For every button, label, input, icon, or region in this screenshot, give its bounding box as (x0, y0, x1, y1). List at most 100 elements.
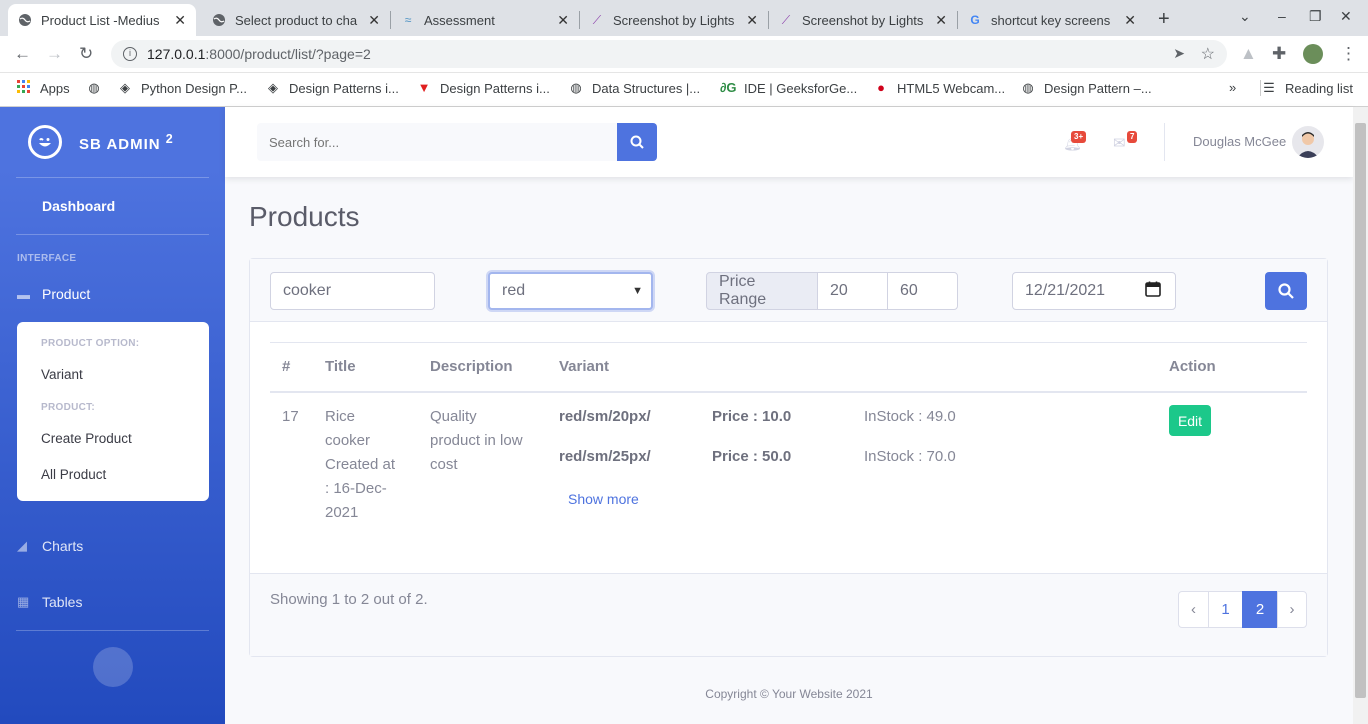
globe-icon: ◍ (1022, 80, 1034, 95)
sidebar-item-label: Charts (42, 538, 84, 554)
sidebar-item-charts[interactable]: ◢ Charts (17, 538, 83, 554)
bookmark-item[interactable]: ◍ (86, 80, 110, 96)
scrollbar[interactable] (1353, 107, 1368, 724)
sidebar-item-tables[interactable]: ▦ Tables (17, 594, 82, 610)
avatar[interactable] (1292, 126, 1324, 158)
filter-search-button[interactable] (1265, 272, 1307, 310)
browser-tab[interactable]: G shortcut key screens ✕ (958, 4, 1146, 36)
submenu-item-all-product[interactable]: All Product (41, 467, 106, 482)
browser-tab[interactable]: ⟋ Screenshot by Lights ✕ (769, 4, 957, 36)
envelope-icon[interactable]: ✉ (1113, 134, 1126, 152)
close-icon[interactable]: ✕ (746, 12, 758, 29)
star-icon[interactable]: ☆ (1201, 44, 1215, 64)
laugh-wink-icon (28, 125, 62, 159)
bookmark-label: Data Structures |... (592, 80, 701, 96)
title-filter-input[interactable]: cooker (270, 272, 435, 310)
globe-icon: ◍ (88, 80, 100, 95)
close-icon[interactable]: ✕ (1124, 12, 1136, 29)
url-input[interactable]: i 127.0.0.1:8000/product/list/?page=2 ➤ … (111, 40, 1227, 68)
bookmarks-bar: Apps ◍ ◈ Python Design P... ◈ Design Pat… (0, 73, 1368, 107)
bookmark-item[interactable]: ◍ Design Pattern –... (1020, 80, 1152, 96)
send-icon[interactable]: ➤ (1173, 45, 1185, 62)
more-bookmarks-icon[interactable]: » (1229, 80, 1236, 95)
bookmark-item[interactable]: ∂G IDE | GeeksforGe... (720, 80, 857, 96)
price-to-input[interactable]: 60 (887, 272, 958, 310)
pagination-prev[interactable]: ‹ (1178, 591, 1209, 628)
bookmark-item[interactable]: ◍ Data Structures |... (568, 80, 700, 96)
close-icon[interactable]: ✕ (557, 12, 569, 29)
tab-title: Assessment (424, 12, 495, 28)
bookmark-label: Design Patterns i... (440, 80, 550, 96)
red-dot-icon: ● (877, 80, 885, 95)
sidebar-brand[interactable]: SB ADMIN 2 (28, 125, 174, 159)
geeks-icon: ∂G (720, 80, 737, 95)
submenu-item-create-product[interactable]: Create Product (41, 431, 132, 446)
column-header: Description (430, 358, 513, 375)
back-arrow-icon[interactable]: ← (14, 44, 31, 64)
browser-tab[interactable]: Product List -Medius ✕ (8, 4, 196, 36)
globe-icon: ◍ (570, 80, 582, 95)
new-tab-icon[interactable]: + (1158, 8, 1170, 31)
restore-icon[interactable]: ❐ (1309, 8, 1322, 25)
info-icon[interactable]: i (123, 47, 137, 61)
column-header: Title (325, 358, 356, 375)
browser-tab[interactable]: Select product to cha ✕ (202, 4, 390, 36)
pagination-page-1[interactable]: 1 (1208, 591, 1243, 628)
close-icon[interactable]: ✕ (174, 12, 186, 29)
show-more-button[interactable]: Show more (568, 491, 639, 507)
variant-select[interactable]: red ▼ (488, 272, 653, 310)
search-input[interactable] (257, 123, 617, 161)
bookmark-item[interactable]: ◈ Python Design P... (117, 80, 247, 96)
browser-tab[interactable]: ⟋ Screenshot by Lights ✕ (580, 4, 768, 36)
extension-icon[interactable]: ▲ (1240, 44, 1257, 64)
table-top-border (270, 342, 1307, 343)
sidebar-heading: INTERFACE (17, 253, 77, 264)
variant-name: red/sm/25px/ (559, 448, 651, 465)
sidebar-item-dashboard[interactable]: Dashboard (42, 198, 115, 214)
forward-arrow-icon[interactable]: → (46, 44, 63, 64)
price-to-value: 60 (900, 282, 918, 299)
bookmark-item[interactable]: ◈ Design Patterns i... (265, 80, 399, 96)
chart-area-icon: ◢ (17, 538, 27, 553)
pagination-page-2[interactable]: 2 (1242, 591, 1278, 628)
reading-list-label: Reading list (1285, 80, 1353, 96)
search-icon (630, 135, 644, 149)
url-path: :8000/product/list/?page=2 (205, 46, 371, 62)
tab-search-icon[interactable]: ⌄ (1239, 8, 1251, 25)
bookmark-item[interactable]: Apps (16, 80, 70, 96)
apps-grid-icon (16, 80, 32, 96)
price-from-input[interactable]: 20 (817, 272, 888, 310)
calendar-icon[interactable] (1145, 281, 1161, 302)
sidebar-item-label: Product (42, 286, 91, 302)
sidebar-toggle-button[interactable] (93, 647, 133, 687)
submenu-item-variant[interactable]: Variant (41, 367, 83, 382)
edit-button[interactable]: Edit (1169, 405, 1211, 436)
diamond-icon: ◈ (120, 80, 130, 95)
close-icon[interactable]: ✕ (935, 12, 947, 29)
profile-avatar[interactable] (1303, 44, 1323, 64)
date-input[interactable]: 12/21/2021 (1012, 272, 1176, 310)
close-window-icon[interactable]: ✕ (1340, 8, 1352, 25)
search-button[interactable] (617, 123, 657, 161)
close-icon[interactable]: ✕ (368, 12, 380, 29)
puzzle-icon[interactable]: ✚ (1272, 44, 1286, 64)
title-filter-value: cooker (283, 282, 332, 299)
bookmark-item[interactable]: ▼ Design Patterns i... (416, 80, 550, 96)
variant-stock: InStock : 49.0 (864, 408, 956, 425)
sidebar-item-product[interactable]: ▬ Product (17, 286, 90, 302)
table-header-border (270, 391, 1307, 393)
user-name[interactable]: Douglas McGee (1193, 134, 1286, 149)
url-host: 127.0.0.1 (147, 46, 206, 62)
scrollbar-thumb[interactable] (1355, 123, 1366, 698)
price-range-label: Price Range (706, 272, 818, 310)
menu-dots-icon[interactable]: ⋮ (1340, 44, 1357, 64)
reading-list[interactable]: ☰ Reading list (1260, 80, 1353, 96)
browser-tab[interactable]: ≈ Assessment ✕ (391, 4, 579, 36)
reload-icon[interactable]: ↻ (79, 44, 93, 64)
minimize-icon[interactable]: – (1278, 8, 1286, 24)
pagination-next[interactable]: › (1277, 591, 1307, 628)
globe-icon (212, 13, 226, 27)
bookmark-label: Design Pattern –... (1044, 80, 1152, 96)
bookmark-item[interactable]: ● HTML5 Webcam... (873, 80, 1005, 96)
table-icon: ▦ (17, 594, 30, 609)
